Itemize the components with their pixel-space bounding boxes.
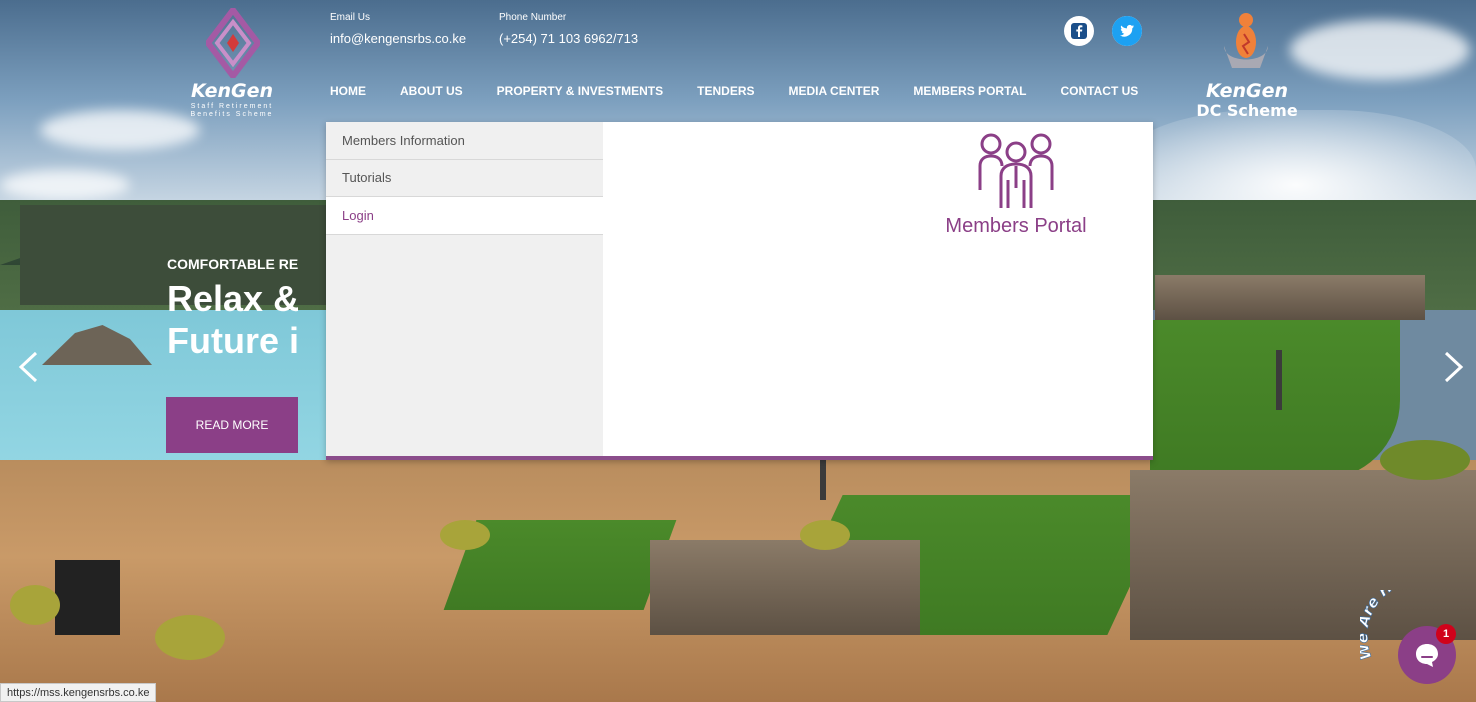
hero-kicker: COMFORTABLE RE: [167, 256, 299, 272]
nav-contact-us[interactable]: CONTACT US: [1061, 84, 1139, 98]
lawn: [1150, 320, 1400, 480]
chevron-left-icon[interactable]: [16, 350, 40, 390]
phone-label: Phone Number: [499, 12, 567, 23]
shrub: [1380, 440, 1470, 480]
panel-title[interactable]: Members Portal: [886, 215, 1146, 238]
nav-tenders[interactable]: TENDERS: [697, 84, 754, 98]
shrub: [10, 585, 60, 625]
chevron-right-icon[interactable]: [1442, 350, 1466, 390]
members-group-icon: [978, 133, 1054, 208]
logo-right-name: KenGen: [1205, 80, 1289, 102]
phone-contact: Phone Number (+254) 71 103 6962/713: [499, 12, 638, 46]
members-portal-dropdown: Members Information Tutorials Login Memb…: [326, 122, 1153, 460]
main-navigation: HOME ABOUT US PROPERTY & INVESTMENTS TEN…: [330, 84, 1172, 98]
hero-title-line2: Future i: [167, 320, 299, 361]
garden-lamp: [1276, 350, 1282, 410]
nav-about-us[interactable]: ABOUT US: [400, 84, 463, 98]
shrub: [800, 520, 850, 550]
kengen-srbs-logo[interactable]: KenGen Staff Retirement Benefits Scheme: [176, 8, 288, 118]
slider-prev-icon: [18, 351, 38, 383]
menu-item-tutorials[interactable]: Tutorials: [326, 160, 603, 197]
cloud: [0, 170, 130, 200]
chat-notification-badge: 1: [1436, 624, 1456, 644]
nav-members-portal[interactable]: MEMBERS PORTAL: [913, 84, 1026, 98]
logo-subtitle: Staff Retirement Benefits Scheme: [176, 103, 288, 119]
nav-home[interactable]: HOME: [330, 84, 366, 98]
dropdown-menu-list: Members Information Tutorials Login: [326, 122, 603, 456]
email-label: Email Us: [330, 12, 371, 23]
cloud: [1290, 20, 1470, 80]
stone-wall: [650, 540, 920, 635]
twitter-glyph-icon: [1112, 16, 1142, 46]
shrub: [440, 520, 490, 550]
logo-name: KenGen: [190, 80, 274, 102]
email-contact: Email Us info@kengensrbs.co.ke: [330, 12, 466, 46]
read-more-button[interactable]: READ MORE: [166, 397, 298, 453]
logo-right-subtitle: DC Scheme: [1196, 101, 1298, 120]
twitter-icon[interactable]: [1112, 16, 1142, 46]
shrub: [155, 615, 225, 660]
hero-title-line1: Relax &: [167, 278, 300, 319]
nav-property-investments[interactable]: PROPERTY & INVESTMENTS: [497, 84, 663, 98]
logo-subtitle-line2: Benefits Scheme: [190, 111, 274, 118]
trash-bin: [55, 560, 120, 635]
stone-wall: [1155, 275, 1425, 320]
hero-title: Relax & Future i: [167, 278, 299, 362]
facebook-icon[interactable]: [1064, 16, 1094, 46]
facebook-glyph-icon: [1071, 23, 1087, 39]
logo-subtitle-line1: Staff Retirement: [190, 103, 274, 110]
menu-item-members-information[interactable]: Members Information: [326, 122, 603, 160]
email-value[interactable]: info@kengensrbs.co.ke: [330, 31, 466, 46]
dc-scheme-flame-logo-icon: [1224, 13, 1268, 68]
kengen-dc-scheme-logo[interactable]: KenGen DC Scheme: [1192, 8, 1302, 120]
dropdown-feature-panel: [603, 122, 1153, 456]
garden-lamp: [820, 460, 826, 500]
kengen-diamond-logo-icon: [206, 8, 260, 78]
chat-bubble-icon: [1416, 644, 1438, 667]
nav-media-center[interactable]: MEDIA CENTER: [789, 84, 880, 98]
browser-status-url: https://mss.kengensrbs.co.ke: [0, 683, 157, 702]
menu-item-login[interactable]: Login: [326, 197, 603, 235]
slider-next-icon: [1444, 351, 1464, 383]
phone-value[interactable]: (+254) 71 103 6962/713: [499, 31, 638, 46]
